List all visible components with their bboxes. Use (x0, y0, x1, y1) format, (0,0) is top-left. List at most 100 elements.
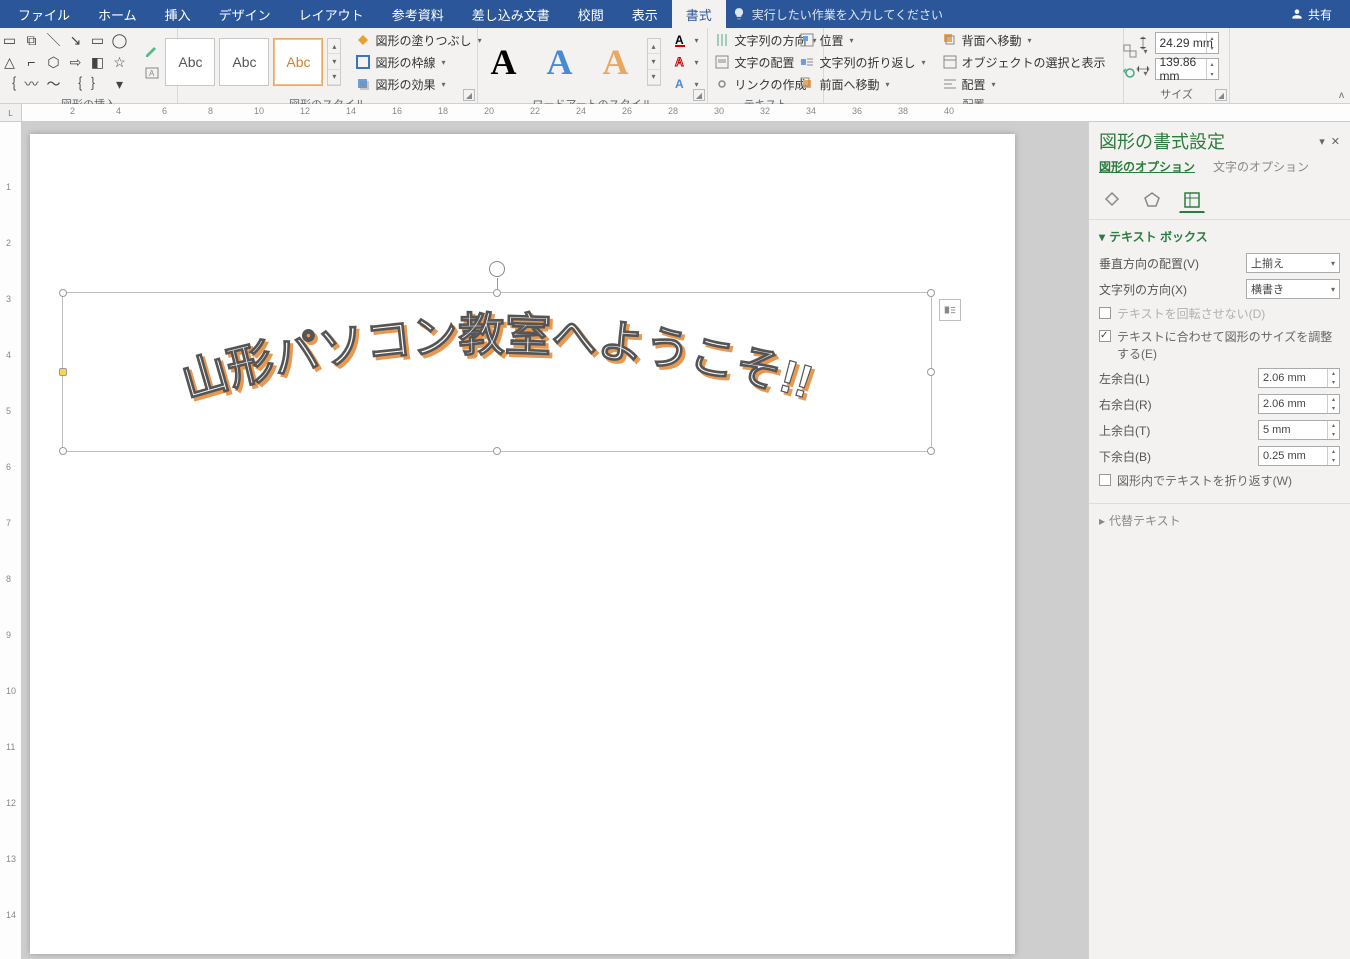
shape-arrow-icon[interactable]: ↘ (66, 30, 86, 50)
shape-line-icon[interactable]: ＼ (44, 30, 64, 50)
pane-ico-effects[interactable] (1139, 187, 1165, 213)
tab-references[interactable]: 参考資料 (378, 0, 458, 28)
shape-wave-icon[interactable]: 〰 (22, 74, 42, 94)
handle-se[interactable] (927, 447, 935, 455)
align-text-icon (714, 54, 730, 70)
tab-view[interactable]: 表示 (618, 0, 672, 28)
handle-w-adjust[interactable] (59, 368, 67, 376)
wordart-gallery[interactable]: A A A ▴▾▾ (479, 38, 661, 86)
wordart-textbox[interactable]: 山形パソコン教室へようこそ!! (62, 292, 932, 452)
shape-brace-r-icon[interactable]: ｝ (88, 74, 108, 94)
shapes-gallery[interactable]: ▭ ⧉ ＼ ↘ ▭ ◯ △ ⌐ ⬡ ⇨ ◧ ☆ ｛ 〰 〜 ｛ ｝ (0, 30, 130, 94)
wrap-text-button[interactable]: 文字列の折り返し▾ (795, 52, 929, 72)
rotate-handle[interactable] (489, 261, 505, 277)
wa-swatch-2[interactable]: A (535, 38, 585, 86)
text-fill-button[interactable]: A▾ (669, 30, 703, 50)
shape-block-arrow-icon[interactable]: ⇨ (66, 52, 86, 72)
shape-hexagon-icon[interactable]: ⬡ (44, 52, 64, 72)
tell-me-search[interactable]: 実行したい作業を入力してください (732, 6, 1276, 23)
ruler-horizontal[interactable]: L 246810121416182022242628303234363840 (0, 104, 1350, 122)
handle-n[interactable] (493, 289, 501, 297)
bring-forward-icon (799, 76, 815, 92)
tab-layout[interactable]: レイアウト (285, 0, 378, 28)
tab-insert[interactable]: 挿入 (151, 0, 205, 28)
document-area[interactable]: 山形パソコン教室へようこそ!! (22, 122, 1088, 959)
margin-top-input[interactable]: 5 mm▴▾ (1258, 420, 1340, 440)
ruler-corner: L (0, 104, 22, 122)
shape-elbow-icon[interactable]: ⌐ (22, 52, 42, 72)
send-backward-button[interactable]: 背面へ移動▾ (938, 30, 1110, 50)
handle-ne[interactable] (927, 289, 935, 297)
section-textbox-header[interactable]: ▾ テキスト ボックス (1099, 228, 1340, 245)
margin-bottom-label: 下余白(B) (1099, 448, 1151, 465)
wa-gallery-scroll[interactable]: ▴▾▾ (647, 38, 661, 86)
height-input[interactable]: 24.29 mm▴▾ (1155, 32, 1219, 54)
wrap-in-shape-checkbox[interactable]: 図形内でテキストを折り返す(W) (1099, 472, 1340, 489)
handle-e[interactable] (927, 368, 935, 376)
shape-outline-button[interactable]: 図形の枠線▾ (351, 52, 485, 72)
collapse-ribbon-button[interactable]: ʌ (1339, 90, 1344, 101)
text-outline-button[interactable]: A▾ (669, 52, 703, 72)
text-dir-select[interactable]: 横書き▾ (1246, 279, 1340, 299)
style-swatch-2[interactable]: Abc (219, 38, 269, 86)
page: 山形パソコン教室へようこそ!! (30, 134, 1015, 954)
selection-pane-icon (942, 54, 958, 70)
align-button[interactable]: 配置▾ (938, 74, 1110, 94)
margin-right-input[interactable]: 2.06 mm▴▾ (1258, 394, 1340, 414)
wa-swatch-1[interactable]: A (479, 38, 529, 86)
pane-close-button[interactable]: ✕ (1331, 135, 1340, 148)
tab-format[interactable]: 書式 (672, 0, 726, 28)
wrap-in-shape-chk[interactable] (1099, 474, 1111, 486)
shape-textbox-icon[interactable]: ▭ (0, 30, 20, 50)
shape-star-icon[interactable]: ☆ (110, 52, 130, 72)
shape-style-gallery[interactable]: Abc Abc Abc ▴▾▾ (165, 38, 341, 86)
shape-styles-launcher[interactable]: ◢ (463, 89, 475, 101)
shape-triangle-icon[interactable]: △ (0, 52, 20, 72)
group-size: 24.29 mm▴▾ 139.86 mm▴▾ サイズ ◢ (1124, 28, 1230, 103)
height-icon (1135, 35, 1151, 51)
shape-brace-l2-icon[interactable]: ｛ (66, 74, 86, 94)
autofit-checkbox[interactable]: テキストに合わせて図形のサイズを調整する(E) (1099, 328, 1340, 362)
handle-s[interactable] (493, 447, 501, 455)
group-shape-styles: Abc Abc Abc ▴▾▾ 図形の塗りつぶし▾ 図形の枠線▾ 図形の効果▾ … (178, 28, 478, 103)
pane-menu-button[interactable]: ▾ (1319, 135, 1325, 148)
shape-oval-icon[interactable]: ◯ (110, 30, 130, 50)
tab-mailings[interactable]: 差し込み文書 (458, 0, 564, 28)
selection-pane-button[interactable]: オブジェクトの選択と表示 (938, 52, 1110, 72)
handle-nw[interactable] (59, 289, 67, 297)
position-button[interactable]: 位置▾ (795, 30, 929, 50)
shape-more-icon[interactable]: ▾ (110, 74, 130, 94)
shape-curve-icon[interactable]: 〜 (44, 74, 64, 94)
handle-sw[interactable] (59, 447, 67, 455)
pane-tab-shape-options[interactable]: 図形のオプション (1099, 158, 1195, 175)
margin-left-input[interactable]: 2.06 mm▴▾ (1258, 368, 1340, 388)
layout-options-button[interactable] (939, 299, 961, 321)
shape-rect-icon[interactable]: ▭ (88, 30, 108, 50)
style-swatch-1[interactable]: Abc (165, 38, 215, 86)
shape-fill-button[interactable]: 図形の塗りつぶし▾ (351, 30, 485, 50)
width-input[interactable]: 139.86 mm▴▾ (1155, 58, 1219, 80)
wa-swatch-3[interactable]: A (591, 38, 641, 86)
style-swatch-3[interactable]: Abc (273, 38, 323, 86)
shape-callout-icon[interactable]: ◧ (88, 52, 108, 72)
ruler-vertical[interactable]: 1234567891011121314 (0, 122, 22, 959)
shape-textframe-icon[interactable]: ⧉ (22, 30, 42, 50)
style-gallery-scroll[interactable]: ▴▾▾ (327, 38, 341, 86)
pane-ico-layout[interactable] (1179, 187, 1205, 213)
autofit-chk[interactable] (1099, 330, 1111, 342)
tab-design[interactable]: デザイン (205, 0, 285, 28)
tab-review[interactable]: 校閲 (564, 0, 618, 28)
shape-brace-l-icon[interactable]: ｛ (0, 74, 20, 94)
margin-bottom-input[interactable]: 0.25 mm▴▾ (1258, 446, 1340, 466)
tab-file[interactable]: ファイル (4, 0, 84, 28)
v-align-select[interactable]: 上揃え▾ (1246, 253, 1340, 273)
bring-forward-button[interactable]: 前面へ移動▾ (795, 74, 929, 94)
pane-tab-text-options[interactable]: 文字のオプション (1213, 158, 1309, 175)
tab-home[interactable]: ホーム (84, 0, 151, 28)
svg-text:A: A (675, 77, 684, 91)
section-alt-text-header[interactable]: ▸ 代替テキスト (1099, 512, 1340, 529)
size-launcher[interactable]: ◢ (1215, 89, 1227, 101)
share-button[interactable]: 共有 (1276, 6, 1346, 23)
pane-ico-fill[interactable] (1099, 187, 1125, 213)
svg-text:A: A (675, 55, 684, 69)
